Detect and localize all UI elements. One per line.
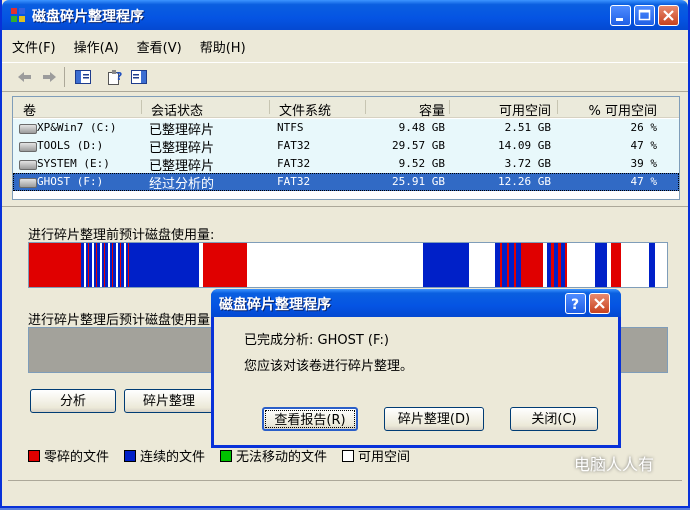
dialog-message-recommendation: 您应该对该卷进行碎片整理。: [244, 359, 414, 374]
forward-arrow-icon[interactable]: [40, 68, 58, 86]
contiguous-block: [649, 243, 655, 287]
unmovable-swatch: [220, 450, 232, 462]
mixed-block: [81, 243, 129, 287]
svg-text:?: ?: [116, 70, 122, 83]
console-tree-icon[interactable]: [74, 68, 92, 86]
dialog-close-action-button[interactable]: 关闭(C): [510, 407, 598, 431]
before-usage-map: [28, 242, 668, 288]
close-button[interactable]: [658, 5, 679, 26]
title-bar[interactable]: 磁盘碎片整理程序: [2, 0, 688, 30]
drive-icon: [19, 124, 37, 134]
legend-free-space: 可用空间: [342, 446, 410, 465]
volume-row-selected[interactable]: GHOST (F:) 经过分析的 FAT32 25.91 GB 12.26 GB…: [13, 173, 679, 192]
menu-bar: 文件(F) 操作(A) 查看(V) 帮助(H): [2, 34, 688, 56]
defragment-button[interactable]: 碎片整理: [124, 389, 214, 413]
mixed-block: [495, 243, 523, 287]
dialog-defragment-button[interactable]: 碎片整理(D): [384, 407, 484, 431]
fragmented-block: [523, 243, 543, 287]
maximize-button[interactable]: [634, 5, 655, 26]
dialog-help-button[interactable]: ?: [565, 293, 586, 314]
close-icon: [594, 298, 605, 309]
volume-row[interactable]: XP&Win7 (C:) 已整理碎片 NTFS 9.48 GB 2.51 GB …: [13, 119, 679, 138]
fragmented-block: [611, 243, 621, 287]
volume-list[interactable]: 卷 会话状态 文件系统 容量 可用空间 % 可用空间 XP&Win7 (C:) …: [12, 96, 680, 200]
col-capacity[interactable]: 容量: [375, 100, 445, 119]
legend-unmovable: 无法移动的文件: [220, 446, 327, 465]
mixed-block: [547, 243, 567, 287]
contiguous-block: [595, 243, 607, 287]
minimize-button[interactable]: [610, 5, 631, 26]
maximize-icon: [638, 9, 651, 21]
col-free-space[interactable]: 可用空间: [459, 100, 551, 119]
fragmented-swatch: [28, 450, 40, 462]
before-usage-label: 进行碎片整理前预计磁盘使用量:: [28, 228, 215, 243]
col-volume[interactable]: 卷: [23, 100, 36, 119]
analysis-complete-dialog: 磁盘碎片整理程序 ? 已完成分析: GHOST (F:) 您应该对该卷进行碎片整…: [211, 289, 621, 448]
help-icon: ?: [571, 297, 579, 313]
volume-row[interactable]: TOOLS (D:) 已整理碎片 FAT32 29.57 GB 14.09 GB…: [13, 137, 679, 156]
contiguous-block: [423, 243, 469, 287]
fragmented-block: [203, 243, 247, 287]
menu-help[interactable]: 帮助(H): [190, 34, 254, 56]
status-bar: [8, 480, 682, 501]
contiguous-swatch: [124, 450, 136, 462]
menu-file[interactable]: 文件(F): [2, 34, 64, 56]
volume-row[interactable]: SYSTEM (E:) 已整理碎片 FAT32 9.52 GB 3.72 GB …: [13, 155, 679, 174]
col-filesystem[interactable]: 文件系统: [279, 100, 331, 119]
legend-fragmented: 零碎的文件: [28, 446, 109, 465]
dialog-title: 磁盘碎片整理程序: [219, 297, 331, 313]
legend-contiguous: 连续的文件: [124, 446, 205, 465]
dialog-message-analysis: 已完成分析: GHOST (F:): [244, 333, 389, 348]
drive-icon: [19, 142, 37, 152]
view-report-button[interactable]: 查看报告(R): [262, 407, 358, 431]
after-usage-label: 进行碎片整理后预计磁盘使用量:: [28, 313, 215, 328]
free-space-swatch: [342, 450, 354, 462]
watermark: 电脑人人有: [574, 455, 655, 474]
list-header: 卷 会话状态 文件系统 容量 可用空间 % 可用空间: [13, 97, 679, 119]
close-icon: [663, 10, 674, 21]
menu-action[interactable]: 操作(A): [64, 34, 127, 56]
action-pane-icon[interactable]: [130, 68, 148, 86]
drive-icon: [19, 160, 37, 170]
col-status[interactable]: 会话状态: [151, 100, 203, 119]
analyze-button[interactable]: 分析: [30, 389, 116, 413]
minimize-icon: [616, 18, 623, 21]
drive-icon: [19, 178, 37, 188]
toolbar-separator: [64, 67, 65, 87]
svg-text:?: ?: [571, 297, 579, 313]
fragmented-block: [29, 243, 81, 287]
properties-help-icon[interactable]: ?: [106, 68, 124, 86]
window-title: 磁盘碎片整理程序: [32, 9, 144, 25]
toolbar: ?: [2, 62, 688, 92]
contiguous-block: [129, 243, 199, 287]
defrag-app-icon: [11, 8, 25, 22]
pane-divider[interactable]: [2, 206, 688, 207]
dialog-close-button[interactable]: [589, 293, 610, 314]
back-arrow-icon[interactable]: [16, 68, 34, 86]
menu-view[interactable]: 查看(V): [127, 34, 190, 56]
col-percent-free[interactable]: % 可用空间: [567, 100, 658, 119]
dialog-title-bar[interactable]: 磁盘碎片整理程序 ?: [211, 289, 621, 317]
